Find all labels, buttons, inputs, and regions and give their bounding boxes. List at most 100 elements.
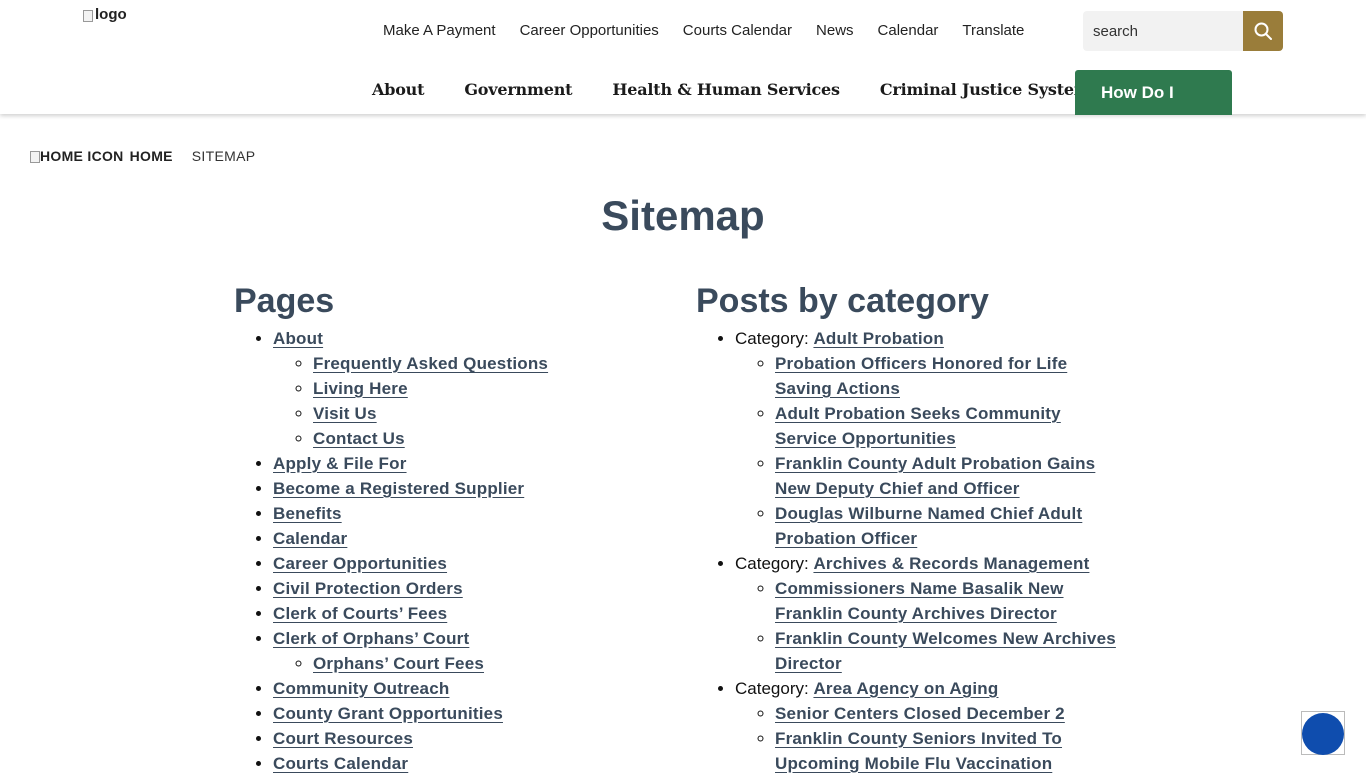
categories-list: Category: Adult Probation Probation Offi… xyxy=(696,326,1116,776)
utility-link-courts-calendar[interactable]: Courts Calendar xyxy=(683,21,792,41)
list-item: Clerk of Orphans’ Court Orphans’ Court F… xyxy=(273,626,654,676)
list-item: County Grant Opportunities xyxy=(273,701,654,726)
post-link[interactable]: Commissioners Name Basalik New Franklin … xyxy=(775,579,1064,623)
post-link[interactable]: Franklin County Adult Probation Gains Ne… xyxy=(775,454,1095,498)
sub-pages-list: Orphans’ Court Fees xyxy=(273,651,654,676)
list-item: Career Opportunities xyxy=(273,551,654,576)
category-item: Category: Archives & Records Management … xyxy=(735,551,1116,676)
page-link[interactable]: Courts Calendar xyxy=(273,754,408,773)
list-item: Franklin County Adult Probation Gains Ne… xyxy=(775,451,1116,501)
main-nav-criminal-justice-system[interactable]: Criminal Justice System xyxy=(880,80,1091,100)
page-link[interactable]: Frequently Asked Questions xyxy=(313,354,548,373)
posts-section: Posts by category Category: Adult Probat… xyxy=(696,282,1116,776)
home-icon-alt-text: HOME ICON xyxy=(40,148,124,164)
list-item: Court Resources xyxy=(273,726,654,751)
search-button[interactable] xyxy=(1243,11,1283,51)
utility-link-news[interactable]: News xyxy=(816,21,854,41)
post-link[interactable]: Douglas Wilburne Named Chief Adult Proba… xyxy=(775,504,1082,548)
list-item: Benefits xyxy=(273,501,654,526)
page-link[interactable]: Court Resources xyxy=(273,729,413,748)
page-link[interactable]: Orphans’ Court Fees xyxy=(313,654,484,673)
page-link[interactable]: Contact Us xyxy=(313,429,405,448)
list-item: Living Here xyxy=(313,376,654,401)
utility-link-career-opportunities[interactable]: Career Opportunities xyxy=(520,21,659,41)
site-logo[interactable]: logo xyxy=(83,6,127,23)
list-item: Contact Us xyxy=(313,426,654,451)
category-item: Category: Adult Probation Probation Offi… xyxy=(735,326,1116,551)
page-title: Sitemap xyxy=(601,192,765,239)
category-prefix: Category: xyxy=(735,329,814,348)
home-icon xyxy=(30,151,40,163)
list-item: Franklin County Welcomes New Archives Di… xyxy=(775,626,1116,676)
breadcrumb-home-link[interactable]: HOME ICON HOME xyxy=(30,148,173,164)
logo-alt-text: logo xyxy=(95,6,127,23)
list-item: Frequently Asked Questions xyxy=(313,351,654,376)
list-item: Courts Calendar xyxy=(273,751,654,776)
category-prefix: Category: xyxy=(735,679,814,698)
page-link[interactable]: Benefits xyxy=(273,504,342,523)
pages-heading: Pages xyxy=(234,282,335,320)
posts-list: Probation Officers Honored for Life Savi… xyxy=(735,351,1116,551)
post-link[interactable]: Adult Probation Seeks Community Service … xyxy=(775,404,1061,448)
list-item: Civil Protection Orders xyxy=(273,576,654,601)
category-link[interactable]: Archives & Records Management xyxy=(813,554,1089,573)
main-nav-about[interactable]: About xyxy=(372,80,425,100)
pages-list: About Frequently Asked Questions Living … xyxy=(234,326,654,776)
list-item: About Frequently Asked Questions Living … xyxy=(273,326,654,451)
category-link[interactable]: Area Agency on Aging xyxy=(813,679,998,698)
list-item: Commissioners Name Basalik New Franklin … xyxy=(775,576,1116,626)
main-nav: About Government Health & Human Services… xyxy=(372,80,1091,100)
utility-link-translate[interactable]: Translate xyxy=(962,21,1024,41)
utility-link-calendar[interactable]: Calendar xyxy=(878,21,939,41)
utility-nav: Make A Payment Career Opportunities Cour… xyxy=(383,21,1024,41)
search-input[interactable] xyxy=(1083,11,1243,51)
page-link[interactable]: About xyxy=(273,329,323,348)
list-item: Become a Registered Supplier xyxy=(273,476,654,501)
category-item: Category: Area Agency on Aging Senior Ce… xyxy=(735,676,1116,776)
list-item: Adult Probation Seeks Community Service … xyxy=(775,401,1116,451)
utility-link-make-a-payment[interactable]: Make A Payment xyxy=(383,21,496,41)
category-prefix: Category: xyxy=(735,554,814,573)
page-link[interactable]: Living Here xyxy=(313,379,408,398)
category-link[interactable]: Adult Probation xyxy=(813,329,943,348)
posts-list: Senior Centers Closed December 2 Frankli… xyxy=(735,701,1116,776)
list-item: Orphans’ Court Fees xyxy=(313,651,654,676)
post-link[interactable]: Franklin County Welcomes New Archives Di… xyxy=(775,629,1116,673)
page-link[interactable]: Visit Us xyxy=(313,404,377,423)
list-item: Clerk of Courts’ Fees xyxy=(273,601,654,626)
list-item: Calendar xyxy=(273,526,654,551)
main-nav-health-human-services[interactable]: Health & Human Services xyxy=(612,80,840,100)
breadcrumb-current: SITEMAP xyxy=(191,148,256,164)
page-link[interactable]: Civil Protection Orders xyxy=(273,579,463,598)
post-link[interactable]: Probation Officers Honored for Life Savi… xyxy=(775,354,1067,398)
breadcrumb-home-label: HOME xyxy=(129,148,173,164)
broken-image-icon xyxy=(83,9,93,22)
posts-list: Commissioners Name Basalik New Franklin … xyxy=(735,576,1116,676)
page-link[interactable]: Apply & File For xyxy=(273,454,407,473)
page-link[interactable]: Career Opportunities xyxy=(273,554,447,573)
main-nav-government[interactable]: Government xyxy=(464,80,572,100)
page-link[interactable]: County Grant Opportunities xyxy=(273,704,503,723)
site-header: logo Make A Payment Career Opportunities… xyxy=(0,0,1366,115)
page-link[interactable]: Calendar xyxy=(273,529,347,548)
list-item: Apply & File For xyxy=(273,451,654,476)
page-link[interactable]: Clerk of Orphans’ Court xyxy=(273,629,469,648)
page-link[interactable]: Become a Registered Supplier xyxy=(273,479,524,498)
pages-section: Pages About Frequently Asked Questions L… xyxy=(234,282,654,776)
accessibility-icon xyxy=(1302,713,1344,755)
sub-pages-list: Frequently Asked Questions Living Here V… xyxy=(273,351,654,451)
list-item: Community Outreach xyxy=(273,676,654,701)
list-item: Franklin County Seniors Invited To Upcom… xyxy=(775,726,1116,776)
page-link[interactable]: Community Outreach xyxy=(273,679,449,698)
list-item: Probation Officers Honored for Life Savi… xyxy=(775,351,1116,401)
post-link[interactable]: Senior Centers Closed December 2 xyxy=(775,704,1065,723)
posts-heading: Posts by category xyxy=(696,282,989,320)
list-item: Douglas Wilburne Named Chief Adult Proba… xyxy=(775,501,1116,551)
page-link[interactable]: Clerk of Courts’ Fees xyxy=(273,604,447,623)
post-link[interactable]: Franklin County Seniors Invited To Upcom… xyxy=(775,729,1062,773)
accessibility-widget-button[interactable] xyxy=(1301,711,1345,755)
search-icon xyxy=(1254,22,1272,40)
list-item: Visit Us xyxy=(313,401,654,426)
how-do-i-button[interactable]: How Do I xyxy=(1075,70,1232,115)
list-item: Senior Centers Closed December 2 xyxy=(775,701,1116,726)
